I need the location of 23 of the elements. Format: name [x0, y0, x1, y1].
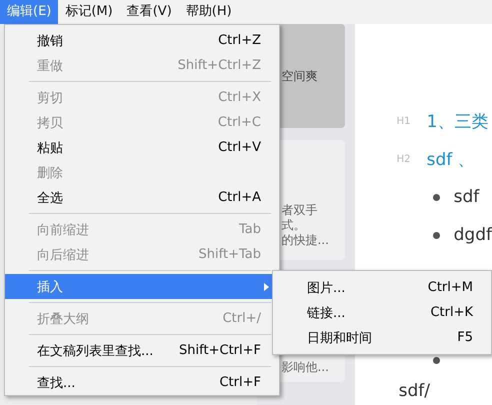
paragraph-text: sdf/	[398, 381, 430, 401]
menu-bar-item[interactable]: 帮助(H)	[178, 0, 239, 24]
menu-item[interactable]: 查找... Ctrl+F	[5, 370, 279, 395]
list-item-text: dgdf	[454, 225, 492, 245]
heading-text: sdf 、	[426, 148, 475, 170]
menu-bar-item[interactable]: 查看(V)	[120, 0, 179, 24]
heading-text: 1、三类	[426, 110, 488, 132]
bullet-icon	[432, 356, 440, 364]
card-text: 者双手	[281, 203, 318, 218]
bullet-icon	[432, 232, 440, 238]
card-text: 式。	[281, 218, 306, 233]
menu-item[interactable]: 日期和时间 F5	[273, 325, 491, 350]
heading-level-label: H2	[396, 154, 412, 164]
menu-bar-item[interactable]: 标记(M)	[58, 0, 120, 24]
card-text: 的快捷...	[281, 233, 330, 248]
menu-item[interactable]: 链接... Ctrl+K	[273, 300, 491, 325]
submenu-arrow-icon	[264, 282, 269, 290]
menu-bar-item[interactable]: 编辑(E)	[0, 0, 58, 24]
card-text: 空间爽	[281, 68, 318, 84]
list-item-text: sdf	[454, 187, 480, 207]
heading-level-label: H1	[396, 116, 412, 126]
bullet-icon	[432, 194, 440, 200]
card-text: 影响他...	[281, 360, 330, 375]
